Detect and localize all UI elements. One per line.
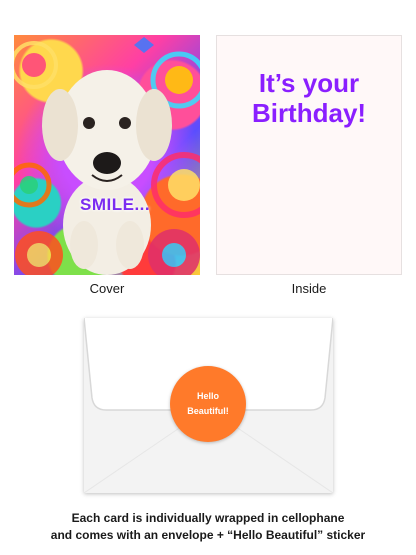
cover-label: Cover: [89, 281, 125, 296]
inside-message: It’s your Birthday!: [229, 68, 389, 128]
puppy-illustration: [42, 70, 172, 275]
hello-beautiful-sticker: Hello Beautiful!: [170, 366, 246, 442]
card-cover-image: SMILE...: [14, 35, 200, 275]
inside-message-line1: It’s your: [258, 68, 360, 98]
product-description: Each card is individually wrapped in cel…: [0, 510, 416, 544]
sticker-line1: Hello: [196, 391, 219, 401]
inside-label: Inside: [291, 281, 327, 296]
sticker-line2: Beautiful!: [187, 406, 229, 416]
description-line2: and comes with an envelope + “Hello Beau…: [50, 528, 366, 542]
card-inside-page: It’s your Birthday!: [216, 35, 402, 275]
description-line1: Each card is individually wrapped in cel…: [71, 511, 345, 525]
inside-message-line2: Birthday!: [251, 98, 367, 128]
cover-caption: SMILE...: [80, 195, 151, 214]
